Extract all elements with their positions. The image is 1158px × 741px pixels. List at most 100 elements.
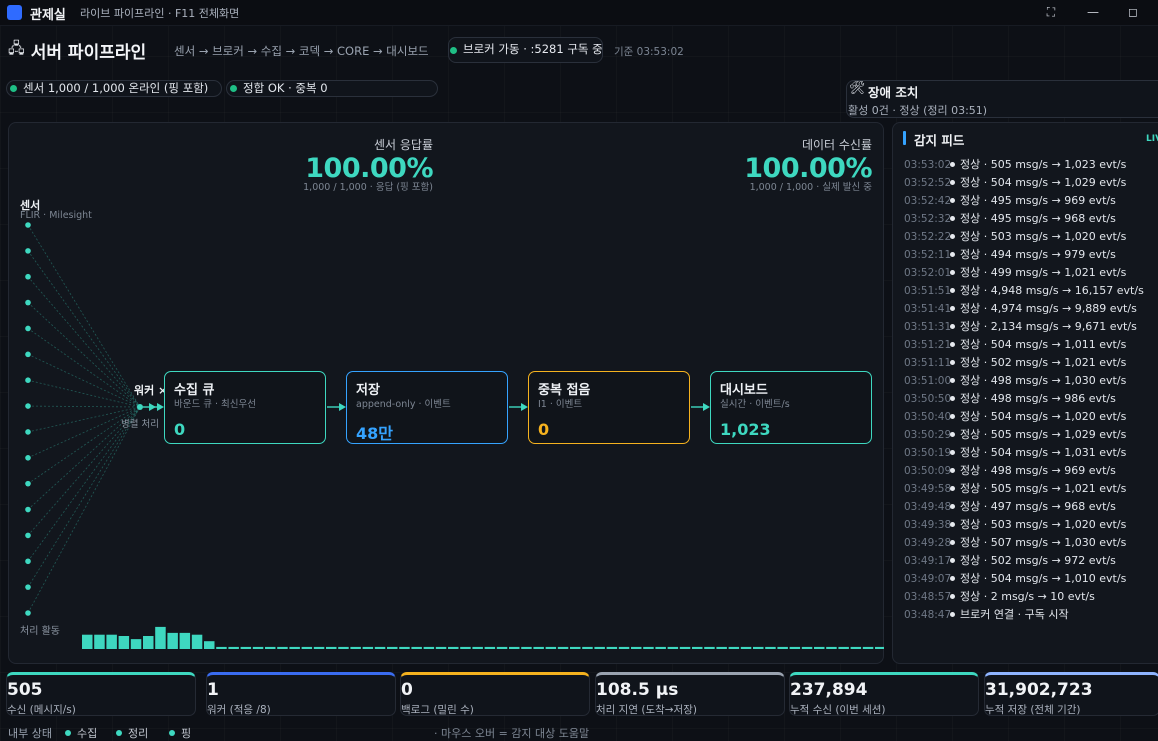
sensor-link: [27, 379, 141, 408]
feed-time: 03:51:21: [904, 339, 952, 351]
activity-bar: [277, 646, 288, 649]
activity-bar: [826, 646, 837, 649]
feed-item[interactable]: 03:48:57 정상 · 2 msg/s → 10 evt/s: [904, 588, 1095, 606]
flow-diagram: [25, 222, 884, 649]
activity-bar: [216, 646, 227, 649]
feed-time: 03:49:38: [904, 519, 952, 531]
feed-item[interactable]: 03:50:40 정상 · 504 msg/s → 1,020 evt/s: [904, 408, 1126, 426]
stat-total-stored: 31,902,723 누적 저장 (전체 기간): [984, 672, 1158, 716]
stage-subtitle: 실시간 · 이벤트/s: [720, 399, 790, 410]
feed-dot: [950, 486, 955, 491]
feed-item[interactable]: 03:50:09 정상 · 498 msg/s → 969 evt/s: [904, 462, 1116, 480]
feed-item[interactable]: 03:48:47 브로커 연결 · 구독 시작: [904, 606, 1069, 624]
activity-bar: [875, 646, 884, 649]
feed-item[interactable]: 03:51:31 정상 · 2,134 msg/s → 9,671 evt/s: [904, 318, 1137, 336]
feed-text: 정상 · 504 msg/s → 1,011 evt/s: [960, 338, 1127, 351]
stage-storage[interactable]: 저장 append-only · 이벤트 48만: [346, 371, 508, 444]
feed-item[interactable]: 03:52:32 정상 · 495 msg/s → 968 evt/s: [904, 210, 1116, 228]
feed-item[interactable]: 03:52:11 정상 · 494 msg/s → 979 evt/s: [904, 246, 1116, 264]
live-badge: LIVE: [1146, 134, 1158, 144]
feed-item[interactable]: 03:51:00 정상 · 498 msg/s → 1,030 evt/s: [904, 372, 1126, 390]
activity-bar: [862, 646, 874, 649]
activity-bar: [106, 634, 117, 649]
sensor-node: [25, 610, 31, 616]
stage-subtitle: I1 · 이벤트: [538, 399, 583, 410]
feed-time: 03:49:17: [904, 555, 952, 567]
stage-dashboard[interactable]: 대시보드 실시간 · 이벤트/s 1,023: [710, 371, 872, 444]
feed-dot: [950, 324, 955, 329]
feed-item[interactable]: 03:52:22 정상 · 503 msg/s → 1,020 evt/s: [904, 228, 1126, 246]
stage-subtitle: append-only · 이벤트: [356, 399, 451, 410]
stage-dedup[interactable]: 중복 접음 I1 · 이벤트 0: [528, 371, 690, 444]
stage-ingest-queue[interactable]: 수집 큐 바운드 큐 · 최신우선 0: [164, 371, 326, 444]
activity-bar: [777, 646, 788, 649]
legend-ping: 핑: [169, 725, 191, 741]
sensor-node: [25, 325, 31, 332]
feed-dot: [950, 180, 955, 185]
activity-bar: [801, 646, 813, 649]
maximize-icon[interactable]: ◻: [1124, 3, 1142, 21]
feed-dot: [950, 306, 955, 311]
feed-text: 정상 · 4,948 msg/s → 16,157 evt/s: [960, 284, 1144, 297]
activity-bar: [448, 646, 459, 649]
feed-time: 03:52:32: [904, 213, 952, 225]
feed-time: 03:52:52: [904, 177, 952, 189]
activity-bar: [521, 646, 532, 649]
feed-item[interactable]: 03:49:48 정상 · 497 msg/s → 968 evt/s: [904, 498, 1116, 516]
activity-bar: [399, 646, 410, 649]
feed-time: 03:51:41: [904, 303, 952, 315]
feed-time: 03:49:07: [904, 573, 952, 585]
fullscreen-icon[interactable]: ⛶: [1042, 3, 1060, 21]
feed-dot: [950, 378, 955, 383]
activity-bar: [411, 646, 422, 649]
feed-time: 03:52:01: [904, 267, 952, 279]
feed-dot: [950, 252, 955, 257]
activity-bar: [143, 636, 154, 649]
feed-text: 정상 · 498 msg/s → 986 evt/s: [960, 392, 1116, 405]
feed-text: 정상 · 2 msg/s → 10 evt/s: [960, 590, 1095, 603]
feed-time: 03:51:31: [904, 321, 952, 333]
sensor-link: [27, 224, 141, 408]
feed-item[interactable]: 03:51:51 정상 · 4,948 msg/s → 16,157 evt/s: [904, 282, 1144, 300]
activity-bar: [130, 639, 142, 649]
feed-item[interactable]: 03:53:02 정상 · 505 msg/s → 1,023 evt/s: [904, 156, 1126, 174]
feed-item[interactable]: 03:50:50 정상 · 498 msg/s → 986 evt/s: [904, 390, 1116, 408]
feed-item[interactable]: 03:51:21 정상 · 504 msg/s → 1,011 evt/s: [904, 336, 1126, 354]
activity-bar: [667, 646, 679, 649]
stage-arrow-head: [521, 403, 528, 411]
feed-title: 감지 피드: [914, 133, 965, 148]
stat-received-rate: 505 수신 (메시지/s): [6, 672, 196, 716]
feed-dot: [950, 540, 955, 545]
feed-dot: [950, 522, 955, 527]
sensor-link: [27, 353, 141, 408]
feed-item[interactable]: 03:52:42 정상 · 495 msg/s → 969 evt/s: [904, 192, 1116, 210]
feed-time: 03:49:28: [904, 537, 952, 549]
activity-bar: [557, 646, 569, 649]
feed-dot: [950, 612, 955, 617]
sensor-node: [25, 532, 31, 539]
activity-bar: [509, 646, 520, 649]
feed-text: 정상 · 2,134 msg/s → 9,671 evt/s: [960, 320, 1137, 333]
feed-item[interactable]: 03:52:52 정상 · 504 msg/s → 1,029 evt/s: [904, 174, 1126, 192]
feed-item[interactable]: 03:49:38 정상 · 503 msg/s → 1,020 evt/s: [904, 516, 1126, 534]
sensor-node: [25, 480, 31, 487]
activity-bar: [618, 646, 630, 649]
feed-text: 정상 · 495 msg/s → 969 evt/s: [960, 194, 1116, 207]
feed-item[interactable]: 03:49:58 정상 · 505 msg/s → 1,021 evt/s: [904, 480, 1126, 498]
stat-latency: 108.5 μs 처리 지연 (도착→저장): [595, 672, 785, 716]
feed-item[interactable]: 03:52:01 정상 · 499 msg/s → 1,021 evt/s: [904, 264, 1126, 282]
feed-time: 03:53:02: [904, 159, 952, 171]
activity-bar: [753, 646, 764, 649]
activity-bar: [204, 641, 215, 649]
feed-text: 정상 · 504 msg/s → 1,029 evt/s: [960, 176, 1127, 189]
feed-item[interactable]: 03:50:19 정상 · 504 msg/s → 1,031 evt/s: [904, 444, 1126, 462]
minimize-icon[interactable]: —: [1084, 3, 1102, 21]
feed-item[interactable]: 03:49:17 정상 · 502 msg/s → 972 evt/s: [904, 552, 1116, 570]
activity-bar: [545, 646, 557, 649]
feed-text: 정상 · 502 msg/s → 972 evt/s: [960, 554, 1116, 567]
feed-item[interactable]: 03:50:29 정상 · 505 msg/s → 1,029 evt/s: [904, 426, 1126, 444]
feed-item[interactable]: 03:51:41 정상 · 4,974 msg/s → 9,889 evt/s: [904, 300, 1137, 318]
feed-item[interactable]: 03:51:11 정상 · 502 msg/s → 1,021 evt/s: [904, 354, 1126, 372]
feed-item[interactable]: 03:49:07 정상 · 504 msg/s → 1,010 evt/s: [904, 570, 1126, 588]
feed-item[interactable]: 03:49:28 정상 · 507 msg/s → 1,030 evt/s: [904, 534, 1126, 552]
